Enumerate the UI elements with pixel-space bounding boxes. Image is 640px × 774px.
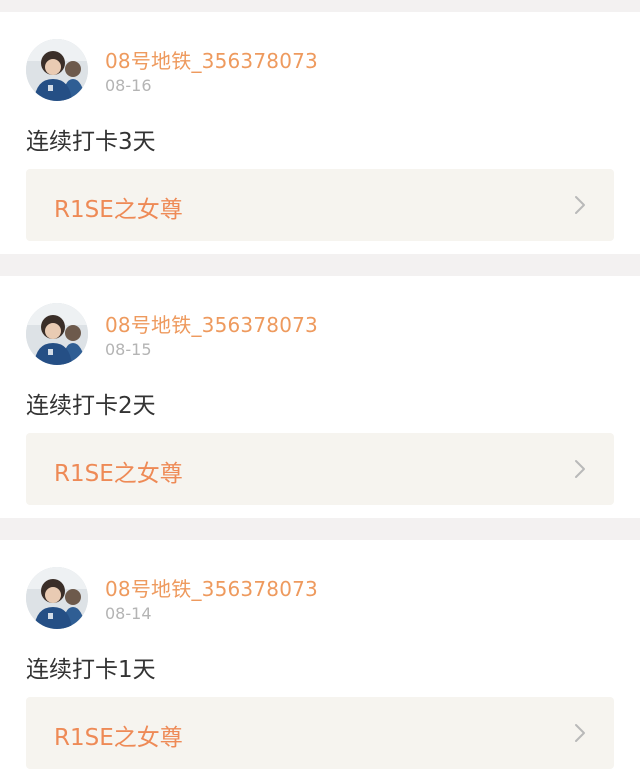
topic-link[interactable]: R1SE之女尊: [26, 433, 614, 505]
topic-link-label: R1SE之女尊: [54, 725, 183, 751]
topic-link[interactable]: R1SE之女尊: [26, 697, 614, 769]
chevron-right-icon: [575, 724, 585, 742]
post-card: 08号地铁_356378073 08-16 连续打卡3天 R1SE之女尊: [0, 12, 640, 254]
avatar-photo-icon: [26, 567, 88, 629]
post-date: 08-16: [105, 76, 152, 95]
post-text: 连续打卡3天: [26, 129, 156, 155]
topic-link[interactable]: R1SE之女尊: [26, 169, 614, 241]
topic-link-label: R1SE之女尊: [54, 197, 183, 223]
checkin-feed: 08号地铁_356378073 08-16 连续打卡3天 R1SE之女尊 08号…: [0, 0, 640, 774]
post-text: 连续打卡1天: [26, 657, 156, 683]
avatar[interactable]: [26, 567, 88, 629]
chevron-right-icon: [575, 196, 585, 214]
avatar-photo-icon: [26, 39, 88, 101]
topic-link-label: R1SE之女尊: [54, 461, 183, 487]
avatar[interactable]: [26, 39, 88, 101]
post-card: 08号地铁_356378073 08-15 连续打卡2天 R1SE之女尊: [0, 276, 640, 518]
avatar[interactable]: [26, 303, 88, 365]
username[interactable]: 08号地铁_356378073: [105, 573, 318, 602]
post-text: 连续打卡2天: [26, 393, 156, 419]
avatar-photo-icon: [26, 303, 88, 365]
post-date: 08-14: [105, 604, 152, 623]
post-card: 08号地铁_356378073 08-14 连续打卡1天 R1SE之女尊: [0, 540, 640, 774]
username[interactable]: 08号地铁_356378073: [105, 45, 318, 74]
chevron-right-icon: [575, 460, 585, 478]
username[interactable]: 08号地铁_356378073: [105, 309, 318, 338]
post-date: 08-15: [105, 340, 152, 359]
